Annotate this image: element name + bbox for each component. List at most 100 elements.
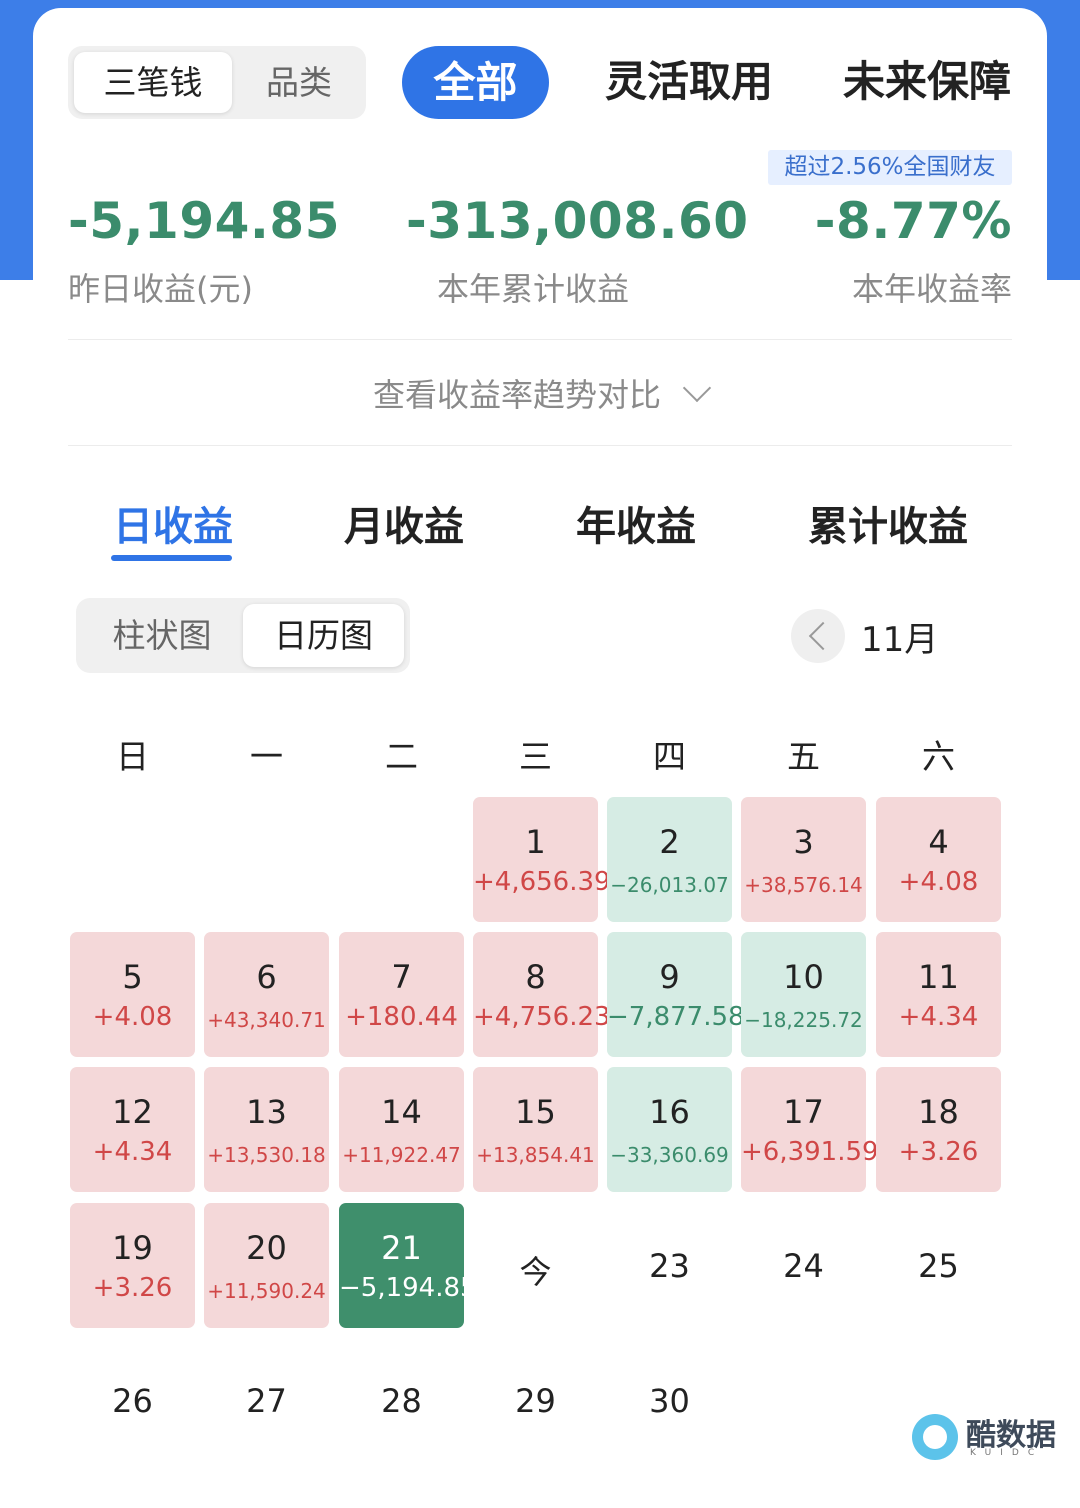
chevron-left-icon [808, 621, 838, 651]
calendar-day[interactable]: 21 −5,194.85 [339, 1203, 477, 1328]
calendar-day[interactable]: 7 +180.44 [339, 932, 464, 1057]
day-income: +4,656.39 [473, 867, 611, 897]
day-number: 6 [256, 958, 277, 996]
segment-category[interactable]: 品类 [238, 52, 360, 113]
day-number: 11 [918, 958, 959, 996]
day-income: −7,877.58 [607, 1002, 745, 1032]
day-number: 5 [122, 958, 143, 996]
day-income: +11,922.47 [342, 1143, 461, 1167]
watermark-logo: 酷数据 KUIDC [912, 1410, 1062, 1466]
calendar-day[interactable]: 15 +13,854.41 [473, 1067, 598, 1192]
calendar-day[interactable]: 4 +4.08 [876, 797, 1001, 922]
day-income: −18,225.72 [744, 1008, 863, 1032]
yesterday-income-label: 昨日收益(元) [68, 270, 253, 308]
weekday-label: 六 [922, 737, 955, 776]
day-number: 27 [246, 1382, 287, 1420]
calendar-day[interactable]: 26 [70, 1338, 195, 1463]
calendar-day[interactable]: 14 +11,922.47 [339, 1067, 464, 1192]
divider [68, 445, 1012, 446]
day-income: −5,194.85 [339, 1273, 477, 1303]
calendar-day[interactable]: 29 [473, 1338, 598, 1463]
day-income: +4.08 [92, 1002, 173, 1032]
day-number: 15 [515, 1093, 556, 1131]
day-number: 1 [525, 823, 546, 861]
day-number: 28 [381, 1382, 422, 1420]
ranking-badge: 超过2.56%全国财友 [768, 150, 1012, 185]
day-income: +4.34 [898, 1002, 979, 1032]
calendar-day[interactable]: 13 +13,530.18 [204, 1067, 329, 1192]
calendar-day[interactable]: 27 [204, 1338, 329, 1463]
view-calendar[interactable]: 日历图 [243, 604, 404, 667]
day-number: 12 [112, 1093, 153, 1131]
chevron-down-icon [682, 373, 712, 403]
active-tab-indicator [111, 555, 232, 561]
calendar-day[interactable]: 16 −33,360.69 [607, 1067, 732, 1192]
day-income: −26,013.07 [610, 873, 729, 897]
calendar-day[interactable]: 19 +3.26 [70, 1203, 195, 1328]
day-number: 30 [649, 1382, 690, 1420]
weekday-label: 一 [250, 737, 283, 776]
day-number: 8 [525, 958, 546, 996]
day-number: 20 [246, 1229, 287, 1267]
day-income: +3.26 [898, 1137, 979, 1167]
calendar-day[interactable]: 5 +4.08 [70, 932, 195, 1057]
year-rate-label: 本年收益率 [851, 270, 1012, 308]
day-income: +11,590.24 [207, 1279, 326, 1303]
day-number: 7 [391, 958, 412, 996]
segment-three-funds[interactable]: 三笔钱 [74, 52, 232, 113]
logo-subtext: KUIDC [970, 1448, 1044, 1458]
trend-compare-label: 查看收益率趋势对比 [372, 376, 661, 414]
category-segment: 三笔钱 品类 [68, 46, 366, 119]
year-total-value: -313,008.60 [406, 192, 749, 250]
calendar-day[interactable]: 20 +11,590.24 [204, 1203, 329, 1328]
day-income: +6,391.59 [741, 1137, 879, 1167]
yesterday-income-value: -5,194.85 [68, 192, 340, 250]
calendar-day[interactable]: 18 +3.26 [876, 1067, 1001, 1192]
tab-future-protection[interactable]: 未来保障 [843, 52, 1013, 112]
day-income: +43,340.71 [207, 1008, 326, 1032]
weekday-label: 四 [653, 737, 686, 776]
tab-flexible[interactable]: 灵活取用 [605, 52, 773, 112]
day-number: 17 [783, 1093, 824, 1131]
day-number: 3 [793, 823, 814, 861]
divider [68, 339, 1012, 340]
calendar-day[interactable]: 12 +4.34 [70, 1067, 195, 1192]
weekday-label: 日 [116, 737, 149, 776]
subtab-cumulative[interactable]: 累计收益 [808, 494, 968, 552]
calendar-day[interactable]: 9 −7,877.58 [607, 932, 745, 1057]
subtab-daily[interactable]: 日收益 [113, 494, 233, 552]
calendar-day[interactable]: 3 +38,576.14 [741, 797, 866, 922]
calendar-day[interactable]: 28 [339, 1338, 464, 1463]
day-income: +13,530.18 [207, 1143, 326, 1167]
day-income: +38,576.14 [744, 873, 863, 897]
day-number: 23 [649, 1247, 690, 1285]
day-number: 18 [918, 1093, 959, 1131]
calendar-day[interactable]: 1 +4,656.39 [473, 797, 611, 922]
subtab-yearly[interactable]: 年收益 [576, 494, 696, 552]
day-number: 9 [659, 958, 680, 996]
calendar-day[interactable]: 今 [473, 1203, 598, 1328]
calendar-day[interactable]: 11 +4.34 [876, 932, 1001, 1057]
day-income: −33,360.69 [610, 1143, 729, 1167]
day-number: 4 [928, 823, 949, 861]
day-number: 24 [783, 1247, 824, 1285]
calendar-day[interactable]: 23 [607, 1203, 732, 1328]
calendar-day[interactable]: 2 −26,013.07 [607, 797, 732, 922]
weekday-label: 五 [787, 737, 820, 776]
calendar-day[interactable]: 25 [876, 1203, 1001, 1328]
calendar-day[interactable]: 6 +43,340.71 [204, 932, 329, 1057]
subtab-monthly[interactable]: 月收益 [344, 494, 464, 552]
trend-compare-link[interactable]: 查看收益率趋势对比 [0, 370, 1080, 416]
day-income: +13,854.41 [476, 1143, 595, 1167]
prev-month-button[interactable] [791, 609, 845, 663]
tab-all[interactable]: 全部 [402, 46, 549, 119]
calendar-day[interactable]: 8 +4,756.23 [473, 932, 611, 1057]
calendar-day[interactable]: 30 [607, 1338, 732, 1463]
view-bar-chart[interactable]: 柱状图 [82, 604, 242, 667]
view-toggle: 柱状图 日历图 [76, 598, 410, 673]
calendar-day[interactable]: 10 −18,225.72 [741, 932, 866, 1057]
day-number: 今 [519, 1253, 552, 1291]
weekday-label: 三 [519, 737, 552, 776]
calendar-day[interactable]: 17 +6,391.59 [741, 1067, 879, 1192]
calendar-day[interactable]: 24 [741, 1203, 866, 1328]
